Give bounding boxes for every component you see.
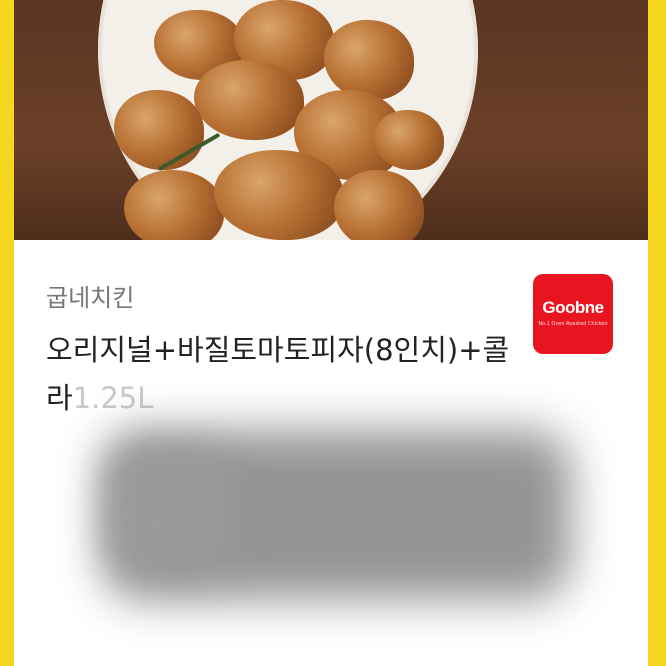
blurred-barcode-left [110,450,230,570]
product-image [14,0,648,240]
brand-logo: Goobne No.1 Oven Roasted Chicken [533,274,613,354]
gift-card: 굽네치킨 오리지널+바질토마토피자(8인치)+콜라1.25L Goobne No… [14,0,648,666]
brand-name: 굽네치킨 [46,284,135,312]
chicken-piece [374,110,444,170]
logo-subtext: No.1 Oven Roasted Chicken [538,321,608,327]
product-title: 오리지널+바질토마토피자(8인치)+콜라1.25L [46,326,526,422]
product-title-faded: 1.25L [72,381,154,415]
logo-text: Goobne [542,298,604,317]
